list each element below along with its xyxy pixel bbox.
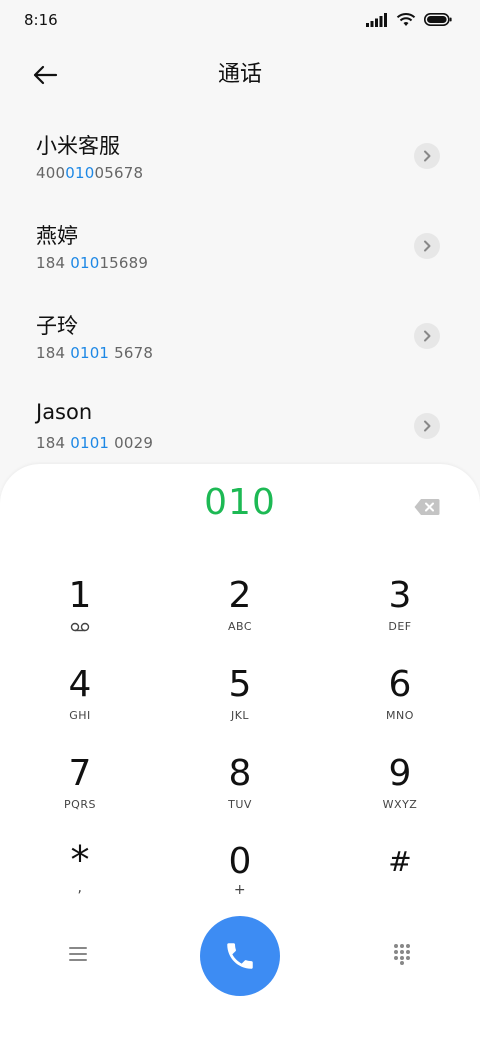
key-hash[interactable]: # — [340, 842, 460, 922]
status-time: 8:16 — [24, 11, 58, 29]
status-bar: 8:16 — [0, 0, 480, 44]
signal-icon — [366, 12, 387, 27]
key-digit: 3 — [388, 575, 412, 616]
delete-button[interactable] — [410, 492, 444, 522]
key-letters: GHI — [69, 709, 91, 722]
wifi-icon — [396, 13, 416, 26]
contact-name: 小米客服 — [36, 134, 120, 158]
key-digit: 0 — [228, 841, 252, 882]
contact-number: 184 0101 0029 — [36, 434, 154, 452]
key-letters: TUV — [228, 798, 252, 811]
contact-row[interactable]: 小米客服 40001005678 — [0, 112, 480, 202]
voicemail-icon — [70, 622, 90, 632]
key-letters: MNO — [386, 709, 414, 722]
contact-number: 184 01015689 — [36, 254, 149, 272]
key-star[interactable]: * , — [20, 840, 140, 920]
contact-number: 40001005678 — [36, 164, 144, 182]
dialed-number: 010 — [204, 482, 276, 523]
key-9[interactable]: 9 WXYZ — [340, 754, 460, 834]
contact-number: 184 0101 5678 — [36, 344, 154, 362]
key-1[interactable]: 1 — [20, 576, 140, 656]
backspace-icon — [414, 499, 440, 515]
key-letters: , — [77, 880, 83, 896]
key-0[interactable]: 0 + — [180, 842, 300, 922]
contact-name: Jason — [36, 400, 93, 424]
phone-icon — [227, 943, 253, 969]
key-letters: WXYZ — [382, 798, 418, 811]
contact-row[interactable]: 燕婷 184 01015689 — [0, 202, 480, 292]
key-letters: PQRS — [64, 798, 96, 811]
key-digit: 4 — [68, 664, 92, 705]
match-highlight: 010 — [65, 164, 95, 182]
contact-list: 小米客服 40001005678 燕婷 184 01015689 子玲 184 … — [0, 112, 480, 472]
match-highlight: 010 — [70, 254, 100, 272]
dialpad-grid-icon — [394, 944, 410, 965]
dialpad-toggle-button[interactable] — [384, 936, 420, 972]
chevron-right-icon — [424, 240, 431, 252]
key-6[interactable]: 6 MNO — [340, 665, 460, 745]
key-digit: 5 — [228, 664, 252, 705]
match-highlight: 0101 — [70, 344, 110, 362]
key-4[interactable]: 4 GHI — [20, 665, 140, 745]
key-2[interactable]: 2 ABC — [180, 576, 300, 656]
contact-detail-button[interactable] — [414, 323, 440, 349]
battery-icon — [424, 13, 452, 26]
chevron-right-icon — [424, 150, 431, 162]
key-letters: DEF — [388, 620, 412, 633]
key-digit: # — [388, 845, 412, 878]
app-bar: 通话 — [0, 44, 480, 100]
contact-row[interactable]: Jason 184 0101 0029 — [0, 382, 480, 472]
key-8[interactable]: 8 TUV — [180, 754, 300, 834]
key-7[interactable]: 7 PQRS — [20, 754, 140, 834]
page-title: 通话 — [217, 62, 262, 87]
key-letters: ABC — [227, 620, 253, 633]
menu-button[interactable] — [60, 936, 96, 972]
key-digit: 2 — [228, 575, 252, 616]
key-3[interactable]: 3 DEF — [340, 576, 460, 656]
dialpad-panel: 010 1 2 ABC 3 DEF 4 GHI 5 JKL 6 MNO 7 PQ… — [0, 464, 480, 1040]
dialpad-actions — [0, 914, 480, 998]
key-digit: * — [70, 838, 90, 882]
contact-detail-button[interactable] — [414, 143, 440, 169]
chevron-right-icon — [424, 420, 431, 432]
key-digit: 1 — [68, 575, 92, 616]
call-button[interactable] — [200, 916, 280, 996]
menu-icon — [69, 947, 87, 961]
key-digit: 9 — [388, 753, 412, 794]
key-digit: 6 — [388, 664, 412, 705]
key-letters: + — [233, 882, 247, 898]
contact-name: 子玲 — [36, 314, 78, 338]
contact-detail-button[interactable] — [414, 233, 440, 259]
key-digit: 8 — [228, 753, 252, 794]
key-digit: 7 — [68, 753, 92, 794]
match-highlight: 0101 — [70, 434, 110, 452]
contact-name: 燕婷 — [36, 224, 78, 248]
contact-detail-button[interactable] — [414, 413, 440, 439]
key-5[interactable]: 5 JKL — [180, 665, 300, 745]
key-letters: JKL — [230, 709, 250, 722]
contact-row[interactable]: 子玲 184 0101 5678 — [0, 292, 480, 382]
chevron-right-icon — [424, 330, 431, 342]
status-icons — [366, 12, 452, 27]
